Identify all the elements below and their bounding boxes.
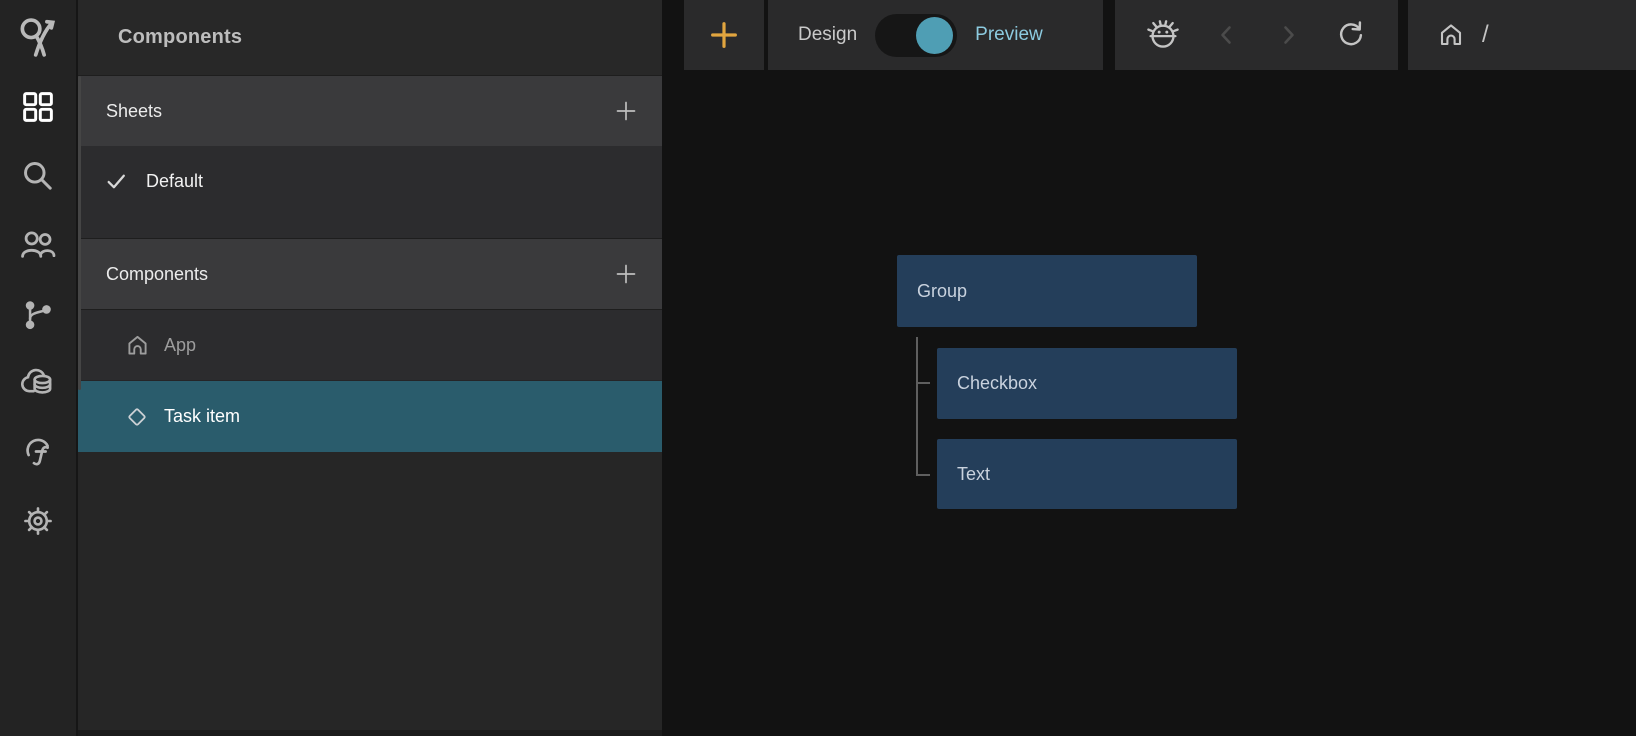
components-list: App Task item (78, 309, 662, 452)
sidebar-item-cloud-services[interactable] (0, 348, 76, 417)
toolbar: Design Preview (662, 0, 1636, 70)
component-item-label: Task item (164, 406, 240, 427)
node-checkbox[interactable]: Checkbox (937, 348, 1237, 419)
node-group[interactable]: Group (897, 255, 1197, 327)
sidebar-scrollbar[interactable] (78, 76, 81, 390)
git-branch-icon (21, 297, 55, 331)
check-icon (102, 169, 130, 194)
cloud-database-icon (18, 363, 58, 403)
chevron-right-icon (1273, 20, 1303, 50)
connector-line (916, 474, 930, 476)
gear-icon (19, 502, 57, 540)
sheet-item-default[interactable]: Default (78, 146, 662, 217)
component-item-app[interactable]: App (78, 310, 662, 381)
design-preview-toggle[interactable] (875, 14, 957, 57)
sheets-section-header: Sheets (78, 75, 662, 146)
reload-button[interactable] (1334, 18, 1368, 52)
toggle-knob (916, 17, 953, 54)
node-label: Group (917, 281, 967, 302)
plus-icon (614, 262, 638, 286)
components-section-header: Components (78, 238, 662, 309)
home-button[interactable] (1436, 20, 1466, 50)
component-item-label: App (164, 335, 196, 356)
url-bar: / (1408, 0, 1636, 70)
sheets-section-label: Sheets (106, 101, 162, 122)
search-icon (20, 158, 56, 194)
reload-icon (1334, 18, 1368, 52)
navigate-back-button[interactable] (1212, 20, 1242, 50)
sheet-item-label: Default (146, 171, 203, 192)
sidebar-item-collaboration[interactable] (0, 210, 76, 279)
node-text[interactable]: Text (937, 439, 1237, 509)
node-label: Checkbox (957, 373, 1037, 394)
add-tab-button[interactable] (684, 0, 764, 70)
sidebar-item-settings[interactable] (0, 486, 76, 555)
add-sheet-button[interactable] (614, 99, 638, 123)
navigate-forward-button[interactable] (1273, 20, 1303, 50)
icon-rail (0, 0, 76, 736)
sheets-list: Default (78, 146, 662, 238)
home-icon (1436, 20, 1466, 50)
people-icon (19, 226, 57, 264)
home-icon (122, 332, 152, 359)
components-grid-icon (20, 89, 56, 125)
panel-header: Components (78, 0, 662, 75)
preview-mode-label[interactable]: Preview (975, 24, 1043, 46)
connector-line (916, 382, 930, 384)
sidebar-item-components[interactable] (0, 72, 76, 141)
components-section-label: Components (106, 264, 208, 285)
cloud-function-icon (19, 433, 57, 471)
plus-icon (614, 99, 638, 123)
bug-icon (1145, 17, 1181, 53)
logo-icon (16, 15, 60, 61)
components-panel: Components Sheets Default Components (76, 0, 662, 736)
connector-line (916, 337, 918, 476)
design-mode-label[interactable]: Design (798, 24, 857, 46)
sidebar-item-cloud-functions[interactable] (0, 417, 76, 486)
plus-icon (708, 19, 740, 51)
debug-bug-button[interactable] (1145, 17, 1181, 53)
sidebar-bottom-edge (78, 730, 662, 736)
node-label: Text (957, 464, 990, 485)
sidebar-item-version-control[interactable] (0, 279, 76, 348)
sidebar-item-search[interactable] (0, 141, 76, 210)
preview-controls (1115, 0, 1398, 70)
panel-title: Components (118, 26, 242, 49)
chevron-left-icon (1212, 20, 1242, 50)
add-component-button[interactable] (614, 262, 638, 286)
component-item-task-item[interactable]: Task item (78, 381, 662, 452)
mode-switch-group: Design Preview (768, 0, 1103, 70)
diamond-icon (122, 403, 152, 431)
route-path[interactable]: / (1482, 21, 1489, 49)
noodl-logo-icon[interactable] (0, 3, 76, 72)
